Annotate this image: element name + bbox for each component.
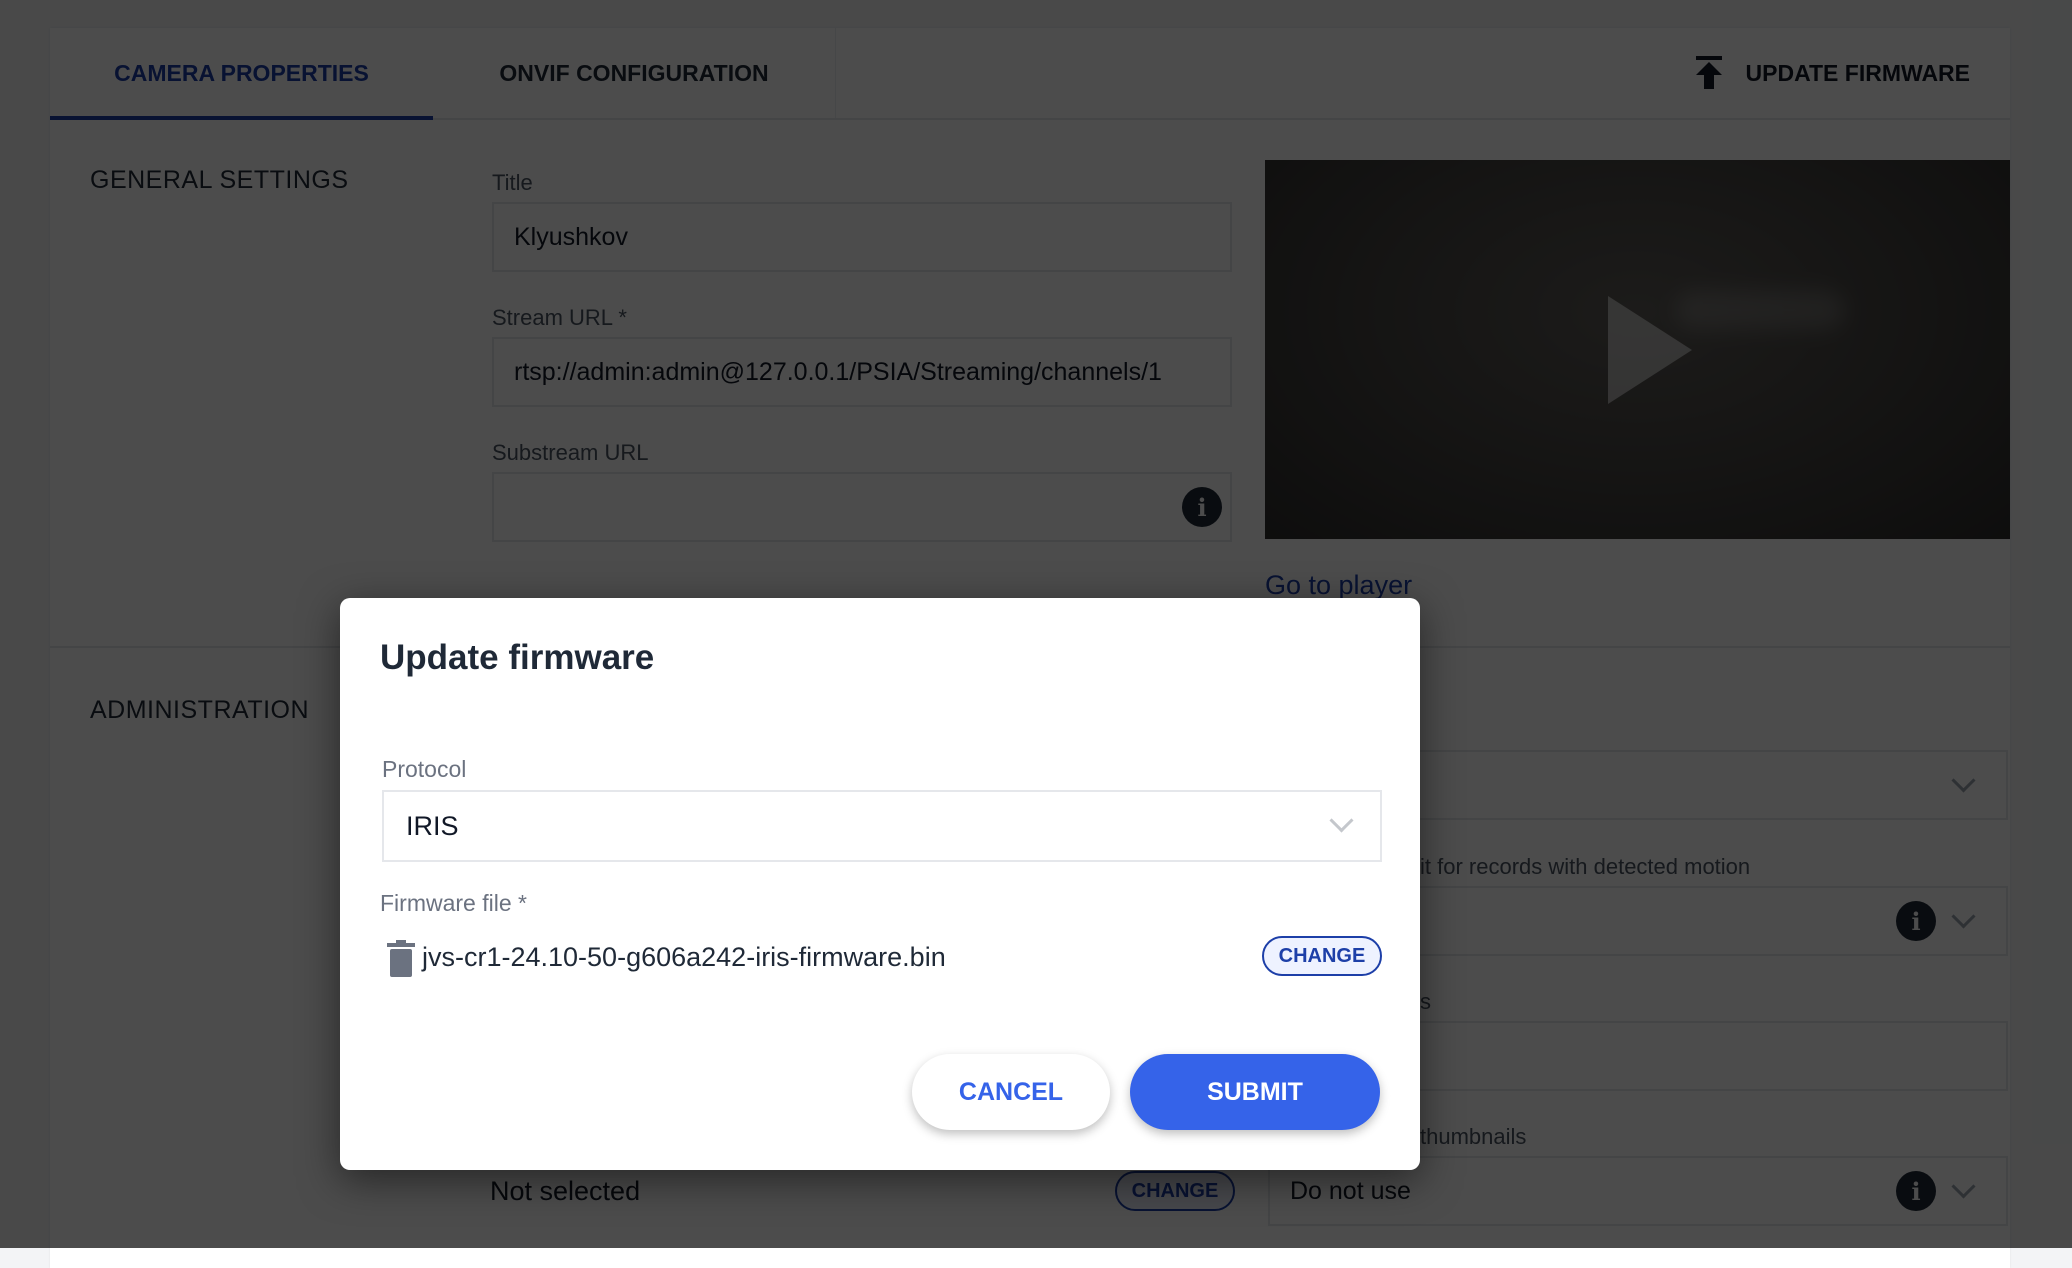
protocol-value: IRIS bbox=[406, 810, 459, 841]
firmware-file-name: jvs-cr1-24.10-50-g606a242-iris-firmware.… bbox=[422, 942, 946, 972]
firmware-file-label: Firmware file * bbox=[380, 890, 527, 916]
cancel-button[interactable]: CANCEL bbox=[912, 1054, 1110, 1130]
firmware-file-row: jvs-cr1-24.10-50-g606a242-iris-firmware.… bbox=[382, 936, 1382, 982]
chevron-down-icon bbox=[1329, 808, 1354, 833]
submit-button[interactable]: SUBMIT bbox=[1130, 1054, 1380, 1130]
update-firmware-dialog: Update firmware Protocol IRIS Firmware f… bbox=[340, 598, 1420, 1170]
trash-icon[interactable] bbox=[386, 940, 416, 978]
protocol-label: Protocol bbox=[382, 756, 467, 782]
dialog-title: Update firmware bbox=[380, 638, 655, 677]
change-firmware-button[interactable]: CHANGE bbox=[1262, 936, 1382, 976]
protocol-select[interactable]: IRIS bbox=[382, 790, 1382, 862]
